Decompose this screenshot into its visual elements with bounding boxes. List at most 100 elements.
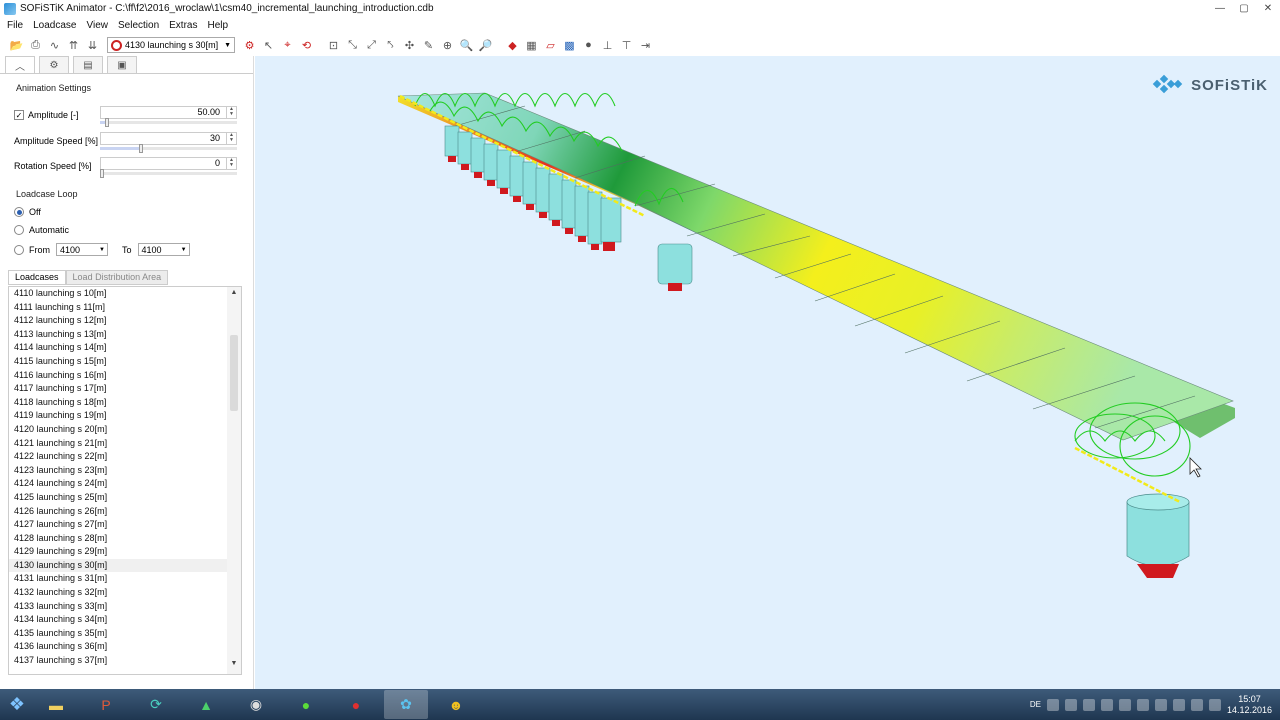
amplitude-speed-input[interactable]: 30 ▲ ▼ [100,132,237,145]
amplitude-speed-slider-thumb[interactable] [139,144,144,153]
loadcase-list-item[interactable]: 4134 launching s 34[m] [9,613,227,627]
tab-loadcases[interactable]: Loadcases [8,270,66,285]
loadcase-list-item[interactable]: 4128 launching s 28[m] [9,532,227,546]
menu-extras[interactable]: Extras [164,20,202,31]
wave-icon[interactable]: ∿ [46,37,63,54]
export-icon[interactable]: ⇥ [637,37,654,54]
tray-icon-4[interactable] [1100,698,1113,711]
rotation-speed-slider[interactable] [100,169,237,178]
light-icon[interactable]: ● [580,37,597,54]
loadcase-list-item[interactable]: 4118 launching s 18[m] [9,396,227,410]
loadcase-list-item[interactable]: 4114 launching s 14[m] [9,341,227,355]
zoom-out-icon[interactable]: 🔍 [458,37,475,54]
network-icon[interactable] [1190,698,1203,711]
tab-animation-icon[interactable]: ︿ [5,56,35,73]
deform-up-icon[interactable]: ⇈ [65,37,82,54]
loadcase-list-item[interactable]: 4124 launching s 24[m] [9,477,227,491]
loadcase-list-item[interactable]: 4131 launching s 31[m] [9,572,227,586]
loadcase-list-item[interactable]: 4129 launching s 29[m] [9,545,227,559]
fit-view-icon[interactable]: ⊡ [325,37,342,54]
section-cut-icon[interactable]: ⊤ [618,37,635,54]
support-icon[interactable]: ⊥ [599,37,616,54]
from-dropdown[interactable]: 4100 ▼ [56,243,108,256]
axis-z-icon[interactable]: ⤣ [382,37,399,54]
clock[interactable]: 15:07 14.12.2016 [1227,694,1272,716]
loadcase-list-item[interactable]: 4123 launching s 23[m] [9,464,227,478]
pointer-icon[interactable]: ↖ [260,37,277,54]
loop-off-option[interactable]: Off [14,207,41,217]
tray-icon-8[interactable] [1172,698,1185,711]
model-viewport[interactable]: SOFiSTiK [255,56,1280,689]
media-disc-icon[interactable]: ◉ [234,690,278,719]
amplitude-checkbox[interactable]: ✓ [14,110,24,120]
loadcase-list-item[interactable]: 4126 launching s 26[m] [9,505,227,519]
scroll-up-icon[interactable]: ▲ [227,289,241,301]
scrollbar-thumb[interactable] [230,335,238,411]
language-indicator[interactable]: DE [1030,700,1041,709]
tray-icon-2[interactable] [1064,698,1077,711]
loadcase-list-item[interactable]: 4133 launching s 33[m] [9,600,227,614]
loop-off-radio[interactable] [14,207,24,217]
red-app-icon[interactable]: ● [334,690,378,719]
model-icon[interactable]: ⚙ [241,37,258,54]
bridge-model[interactable] [255,56,1280,689]
tray-icon-6[interactable] [1136,698,1149,711]
deform-down-icon[interactable]: ⇊ [84,37,101,54]
zoom-in-icon[interactable]: 🔎 [477,37,494,54]
loadcase-list-item[interactable]: 4122 launching s 22[m] [9,450,227,464]
close-button[interactable]: ✕ [1256,0,1280,17]
amplitude-spinner-icon[interactable]: ▲ ▼ [226,107,236,118]
loadcase-list[interactable]: 4110 launching s 10[m] 4111 launching s 1… [8,286,242,675]
color-scale-icon[interactable]: ▩ [561,37,578,54]
menu-help[interactable]: Help [202,20,233,31]
amplitude-input[interactable]: 50.00 ▲ ▼ [100,106,237,119]
loadcase-list-item[interactable]: 4115 launching s 15[m] [9,355,227,369]
loadcase-scrollbar[interactable]: ▲ ▼ [227,287,241,674]
to-dropdown[interactable]: 4100 ▼ [137,243,190,256]
tab-document-icon[interactable]: ▤ [73,56,103,73]
file-explorer-icon[interactable]: ▬ [34,690,78,719]
loadcase-list-item[interactable]: 4125 launching s 25[m] [9,491,227,505]
loadcase-list-item[interactable]: 4132 launching s 32[m] [9,586,227,600]
loadcase-list-item[interactable]: 4137 launching s 37[m] [9,654,227,668]
menu-selection[interactable]: Selection [113,20,164,31]
loadcase-list-item[interactable]: 4127 launching s 27[m] [9,518,227,532]
loadcase-list-item[interactable]: 4119 launching s 19[m] [9,409,227,423]
loop-range-radio[interactable] [14,244,24,255]
loadcase-list-item[interactable]: 4116 launching s 16[m] [9,369,227,383]
tray-icon-3[interactable] [1082,698,1095,711]
monkey-app-icon[interactable]: ☻ [434,690,478,719]
loadcase-list-item[interactable]: 4136 launching s 36[m] [9,640,227,654]
shading-icon[interactable]: ◆ [504,37,521,54]
loop-automatic-option[interactable]: Automatic [14,225,69,235]
powerpoint-icon[interactable]: P [84,690,128,719]
browser-refresh-icon[interactable]: ⟳ [134,690,178,719]
loop-range-option[interactable]: From 4100 ▼ To 4100 ▼ [14,243,190,256]
amplitude-speed-slider[interactable] [100,144,237,153]
zoom-select-icon[interactable]: ⌖ [279,37,296,54]
tray-icon-1[interactable] [1046,698,1059,711]
axis-y-icon[interactable]: ⤢ [363,37,380,54]
green-app-icon[interactable]: ● [284,690,328,719]
tray-icon-5[interactable] [1118,698,1131,711]
mesh-icon[interactable]: ▦ [523,37,540,54]
menu-view[interactable]: View [82,20,114,31]
stop-icon[interactable] [111,39,122,51]
loadcase-list-item[interactable]: 4135 launching s 35[m] [9,627,227,641]
sofistik-app-icon[interactable]: ▲ [184,690,228,719]
loadcase-list-item[interactable]: 4120 launching s 20[m] [9,423,227,437]
loadcase-list-item[interactable]: 4130 launching s 30[m] [9,558,227,573]
rotation-speed-input[interactable]: 0 ▲ ▼ [100,157,237,170]
tab-load-distribution-area[interactable]: Load Distribution Area [65,270,169,285]
axis-x-icon[interactable]: ⤡ [344,37,361,54]
scroll-down-icon[interactable]: ▼ [227,660,241,672]
menu-file[interactable]: File [2,20,28,31]
loadcase-dropdown[interactable]: 4130 launching s 30[m] ▼ [107,37,235,53]
loadcase-list-item[interactable]: 4113 launching s 13[m] [9,328,227,342]
windows-start-icon[interactable]: ❖ [0,689,34,720]
tab-model-icon[interactable]: ⚙ [39,56,69,73]
rotate-icon[interactable]: ⟲ [298,37,315,54]
loadcase-list-item[interactable]: 4111 launching s 11[m] [9,301,227,315]
open-file-icon[interactable]: 📂 [8,37,25,54]
rotation-speed-slider-thumb[interactable] [100,169,104,178]
